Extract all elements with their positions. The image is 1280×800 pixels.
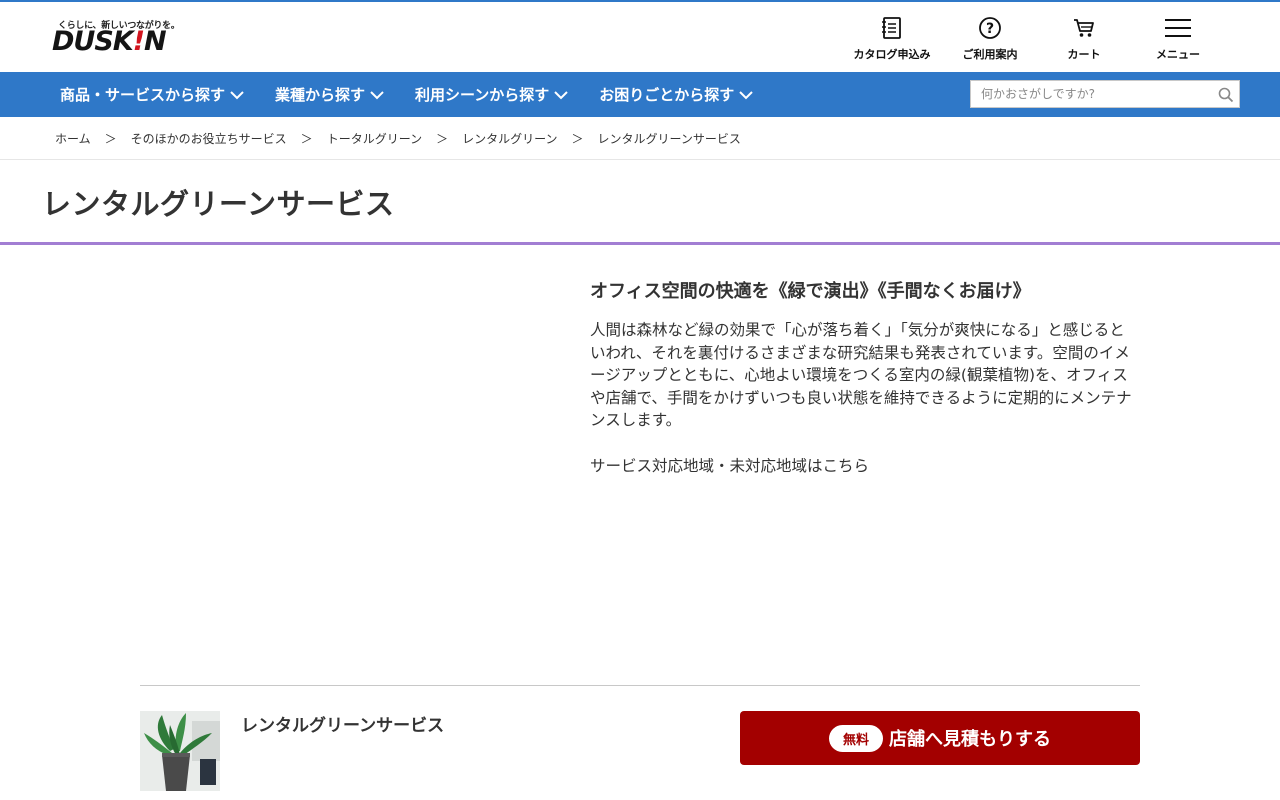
nav-item-products-services[interactable]: 商品・サービスから探す [60,84,245,105]
global-nav-bar: 商品・サービスから探す 業種から探す 利用シーンから探す お困りごとから探す [0,72,1280,117]
title-underline [0,242,1280,245]
chevron-down-icon [370,90,384,99]
catalog-icon [878,14,906,42]
request-estimate-button[interactable]: 無料 店舗へ見積もりする [740,711,1140,765]
search-icon[interactable] [1217,86,1235,104]
usage-guide-label: ご利用案内 [962,48,1018,61]
chevron-down-icon [554,90,569,99]
page-title: レンタルグリーンサービス [42,187,395,221]
search-box [970,80,1240,108]
breadcrumb-home[interactable]: ホーム [55,130,91,147]
menu-label: メニュー [1156,48,1200,61]
usage-guide-button[interactable]: ? ご利用案内 [944,14,1036,62]
breadcrumb-separator: ＞ [436,131,449,146]
breadcrumb-rental-green[interactable]: レンタルグリーン [462,130,557,147]
chevron-down-icon [230,90,244,99]
global-nav-items: 商品・サービスから探す 業種から探す 利用シーンから探す お困りごとから探す [60,72,784,117]
body-text: 人間は森林など緑の効果で「心が落ち着く」「気分が爽快になる」と感じるといわれ、そ… [590,321,1132,429]
duskin-logo[interactable]: くらしに、新しいつながりを。 DUSK!N [52,18,180,58]
utility-nav: カタログ申込み ? ご利用案内 カート メニュー [840,14,1224,62]
nav-item-label: 商品・サービスから探す [60,86,226,104]
breadcrumb: ホーム ＞ そのほかのお役立ちサービス ＞ トータルグリーン ＞ レンタルグリー… [55,118,741,158]
chevron-down-icon [739,90,754,99]
footer-product-name: レンタルグリーンサービス [241,716,445,736]
cart-button[interactable]: カート [1038,14,1130,62]
breadcrumb-separator: ＞ [571,131,584,146]
brand-wordmark: DUSK!N [52,26,167,57]
estimate-button-label: 店舗へ見積もりする [889,729,1051,750]
help-circle-icon: ? [976,14,1004,42]
free-badge: 無料 [828,724,883,752]
nav-item-label: 業種から探す [275,86,366,104]
hamburger-menu-icon [1164,14,1192,42]
nav-item-industry[interactable]: 業種から探す [275,84,385,105]
breadcrumb-total-green[interactable]: トータルグリーン [327,130,422,147]
nav-item-label: 利用シーンから探す [415,86,550,104]
lead-heading: オフィス空間の快適を《緑で演出》《手間なくお届け》 [590,281,1031,302]
nav-item-problems[interactable]: お困りごとから探す [599,84,754,105]
cart-label: カート [1067,48,1101,61]
catalog-request-label: カタログ申込み [853,48,931,61]
breadcrumb-divider [0,159,1280,160]
nav-item-label: お困りごとから探す [599,86,735,104]
breadcrumb-current: レンタルグリーンサービス [597,131,741,146]
product-thumbnail [140,711,220,791]
search-input[interactable] [971,81,1211,107]
breadcrumb-useful-services[interactable]: そのほかのお役立ちサービス [131,130,287,147]
svg-text:?: ? [986,21,994,37]
breadcrumb-separator: ＞ [300,131,313,146]
catalog-request-button[interactable]: カタログ申込み [842,14,942,62]
footer-divider [140,685,1140,686]
service-area-link[interactable]: サービス対応地域・未対応地域はこちら [590,454,869,476]
main-image-area [140,268,560,648]
menu-button[interactable]: メニュー [1132,14,1224,62]
nav-item-usage-scene[interactable]: 利用シーンから探す [415,84,569,105]
breadcrumb-separator: ＞ [104,131,117,146]
site-header: くらしに、新しいつながりを。 DUSK!N カタログ申込み ? ご利用案内 カー… [0,2,1280,72]
cart-icon [1070,14,1098,42]
